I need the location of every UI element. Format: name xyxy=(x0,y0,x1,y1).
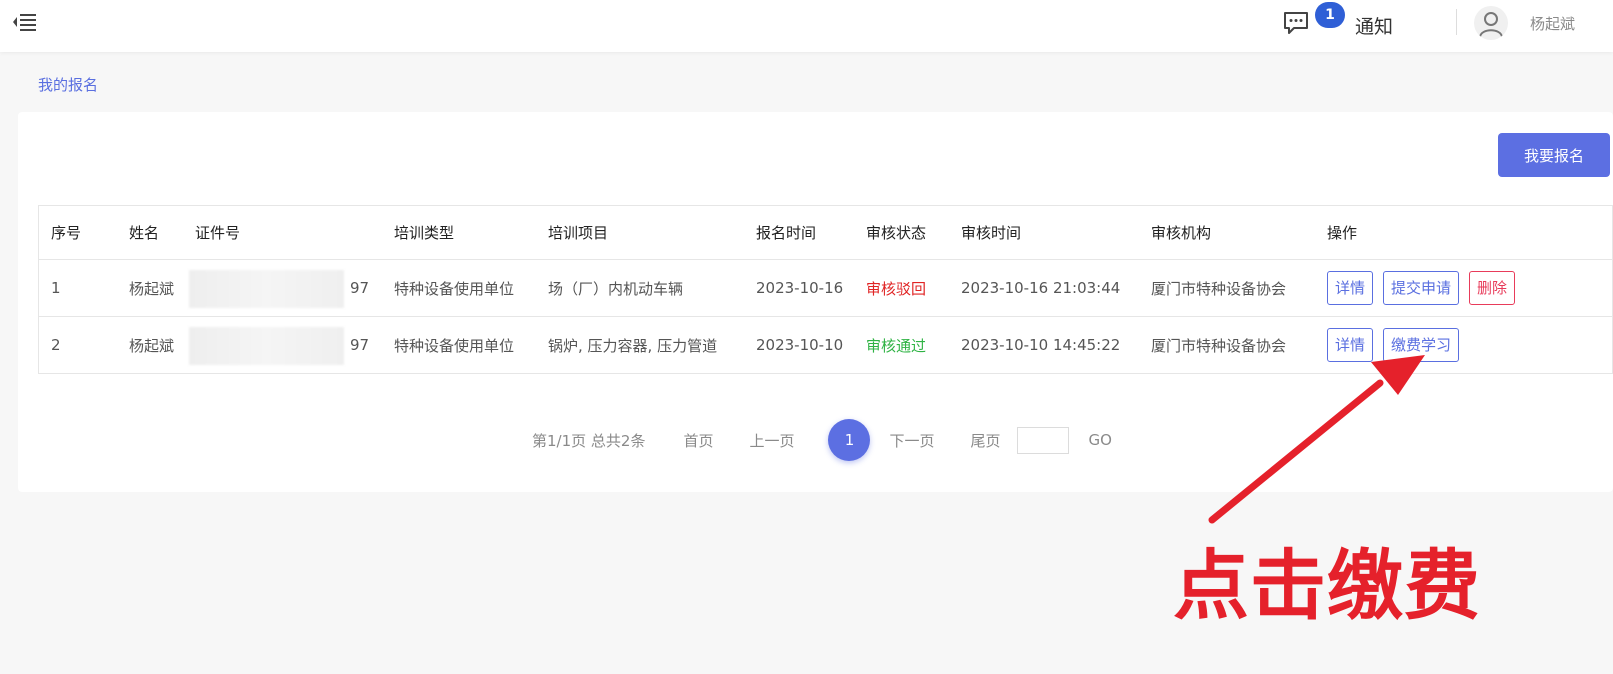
cell-id: 97 xyxy=(183,316,382,374)
cell-register-time: 2023-10-16 xyxy=(744,259,854,317)
redacted-id-mask xyxy=(189,327,344,365)
user-avatar-icon[interactable] xyxy=(1474,6,1508,40)
pagination-summary: 第1/1页 总共2条 xyxy=(532,431,646,450)
header-divider xyxy=(1456,9,1457,35)
cell-status: 审核驳回 xyxy=(854,259,949,317)
cell-review-time: 2023-10-16 21:03:44 xyxy=(949,259,1139,317)
submit-application-button[interactable]: 提交申请 xyxy=(1383,271,1460,305)
cell-index: 1 xyxy=(38,259,117,317)
first-page-link[interactable]: 首页 xyxy=(683,430,713,451)
col-header-id: 证件号 xyxy=(183,205,382,260)
annotation-text: 点击缴费 xyxy=(1173,541,1481,630)
last-page-link[interactable]: 尾页 xyxy=(971,430,1001,451)
cell-review-time: 2023-10-10 14:45:22 xyxy=(949,316,1139,374)
redacted-id-mask xyxy=(189,270,344,308)
col-header-training-item: 培训项目 xyxy=(536,205,744,260)
annotation-arrow-icon xyxy=(1208,355,1425,524)
notification-label[interactable]: 通知 xyxy=(1355,12,1393,39)
cell-actions: 详情 提交申请 删除 xyxy=(1315,259,1613,317)
next-page-link[interactable]: 下一页 xyxy=(889,430,934,451)
cell-training-item: 场（厂）内机动车辆 xyxy=(536,259,744,317)
col-header-agency: 审核机构 xyxy=(1139,205,1315,260)
user-name[interactable]: 杨起斌 xyxy=(1530,13,1575,34)
cell-id-suffix: 97 xyxy=(350,279,370,297)
col-header-actions: 操作 xyxy=(1315,205,1613,260)
col-header-review-time: 审核时间 xyxy=(949,205,1139,260)
menu-collapse-icon[interactable] xyxy=(12,11,38,33)
notification-count-badge: 1 xyxy=(1315,2,1345,28)
table-row: 1 杨起斌 97 特种设备使用单位 场（厂）内机动车辆 2023-10-16 审… xyxy=(38,259,1613,317)
delete-button[interactable]: 删除 xyxy=(1469,271,1516,305)
cell-register-time: 2023-10-10 xyxy=(744,316,854,374)
cell-status: 审核通过 xyxy=(854,316,949,374)
register-button[interactable]: 我要报名 xyxy=(1498,133,1610,177)
cell-name: 杨起斌 xyxy=(117,316,183,374)
cell-name: 杨起斌 xyxy=(117,259,183,317)
pagination: 第1/1页 总共2条 首页 上一页 1 下一页 尾页 GO xyxy=(532,418,1112,462)
go-button[interactable]: GO xyxy=(1089,431,1112,449)
col-header-name: 姓名 xyxy=(117,205,183,260)
detail-button[interactable]: 详情 xyxy=(1327,271,1374,305)
table-header-row: 序号 姓名 证件号 培训类型 培训项目 报名时间 审核状态 审核时间 审核机构 … xyxy=(38,205,1613,260)
registration-table: 序号 姓名 证件号 培训类型 培训项目 报名时间 审核状态 审核时间 审核机构 … xyxy=(38,205,1613,374)
breadcrumb[interactable]: 我的报名 xyxy=(38,74,98,95)
cell-training-type: 特种设备使用单位 xyxy=(382,259,536,317)
col-header-status: 审核状态 xyxy=(854,205,949,260)
cell-training-type: 特种设备使用单位 xyxy=(382,316,536,374)
col-header-register-time: 报名时间 xyxy=(744,205,854,260)
cell-training-item: 锅炉, 压力容器, 压力管道 xyxy=(536,316,744,374)
chat-bubble-icon[interactable] xyxy=(1281,8,1311,38)
cell-id: 97 xyxy=(183,259,382,317)
cell-index: 2 xyxy=(38,316,117,374)
cell-agency: 厦门市特种设备协会 xyxy=(1139,259,1315,317)
cell-id-suffix: 97 xyxy=(350,336,370,354)
prev-page-link[interactable]: 上一页 xyxy=(749,430,794,451)
current-page[interactable]: 1 xyxy=(828,419,871,461)
page-jump-input[interactable] xyxy=(1016,426,1069,454)
col-header-index: 序号 xyxy=(38,205,117,260)
col-header-training-type: 培训类型 xyxy=(382,205,536,260)
top-bar: 1 通知 杨起斌 xyxy=(0,0,1613,52)
